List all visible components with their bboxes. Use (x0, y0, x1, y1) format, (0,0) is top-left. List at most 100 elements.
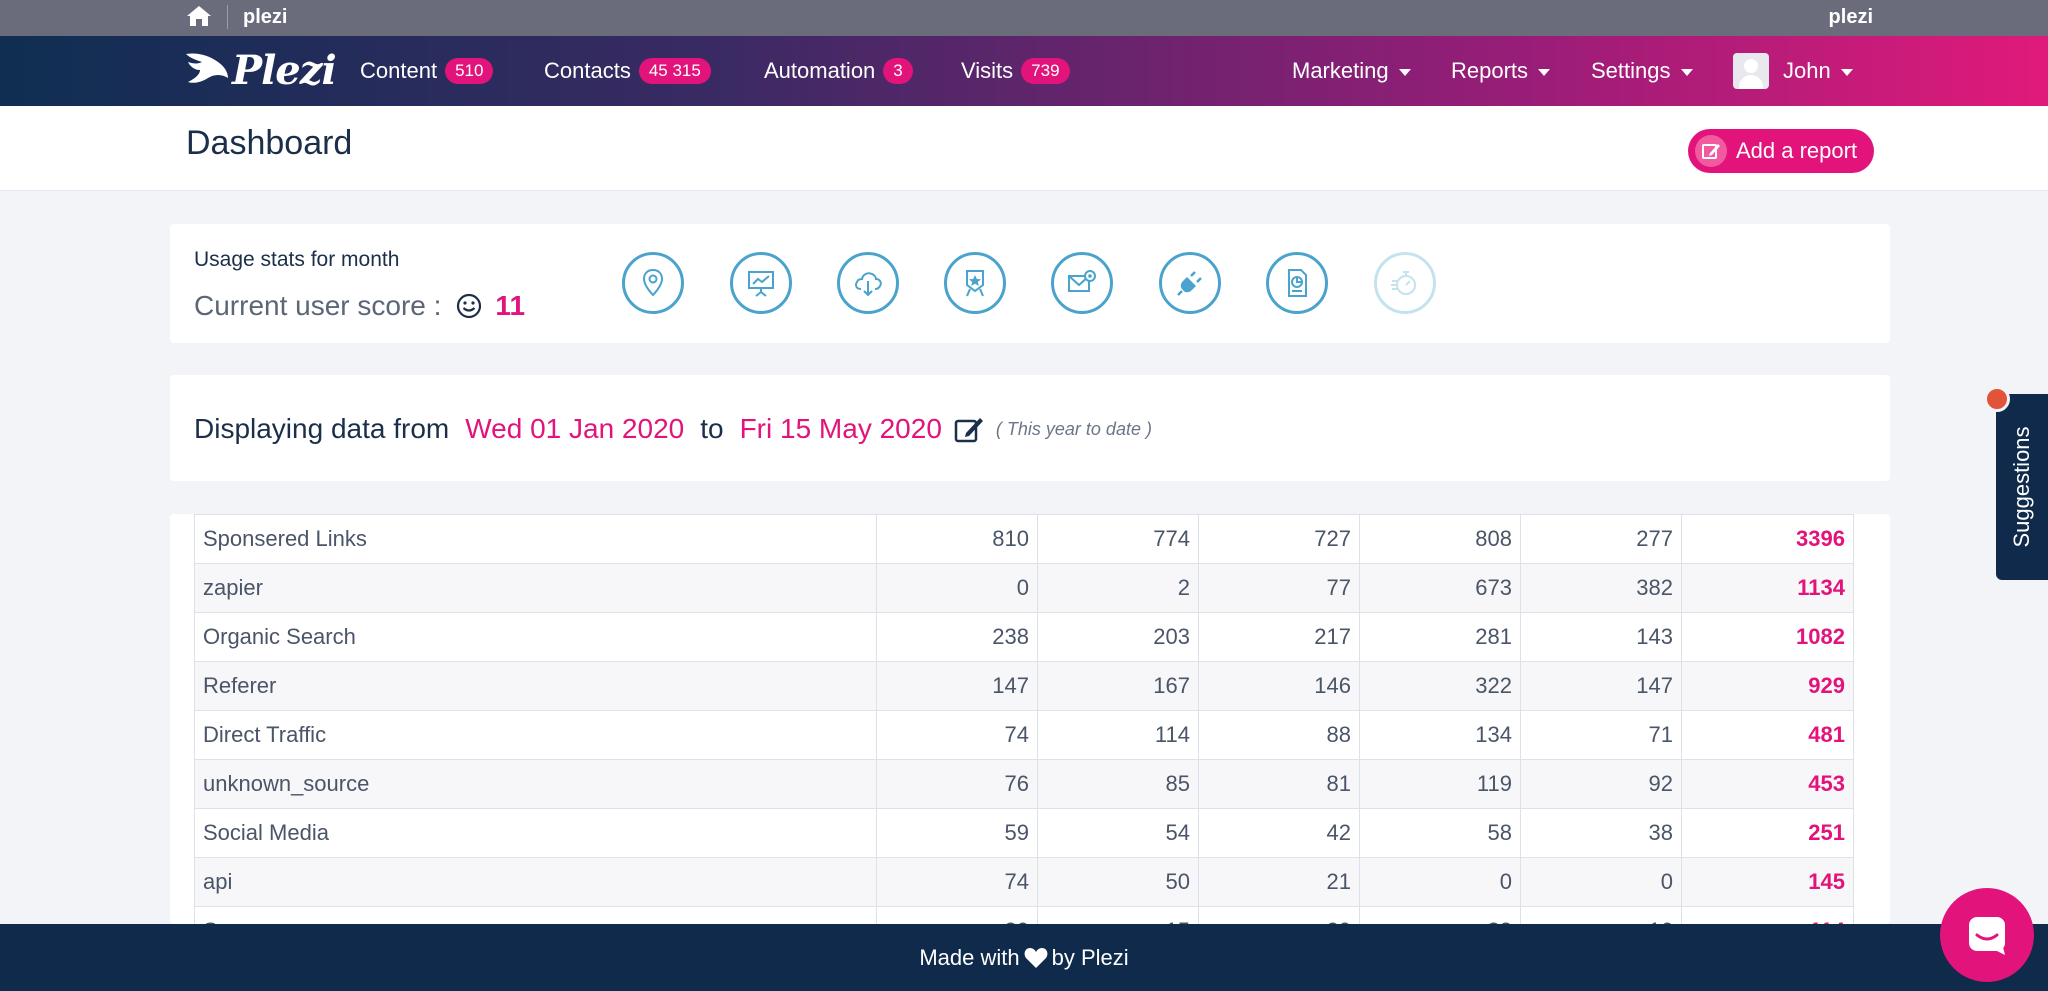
period-value: 238 (876, 612, 1038, 662)
suggestions-tab[interactable]: Suggestions (1996, 394, 2048, 580)
period-value: 281 (1359, 612, 1521, 662)
stopwatch-icon[interactable] (1374, 252, 1436, 314)
table-row: Sumome3015203316114 (194, 906, 1854, 924)
period-value: 20 (1198, 906, 1360, 924)
contacts-count-badge: 45 315 (638, 58, 711, 84)
footer-made-with: Made with (919, 944, 1020, 970)
period-value: 0 (876, 563, 1038, 613)
period-value: 146 (1198, 661, 1360, 711)
suggestions-label: Suggestions (2009, 426, 2034, 548)
menu-reports[interactable]: Reports (1451, 36, 1551, 106)
plug-icon[interactable] (1159, 252, 1221, 314)
user-menu[interactable]: John (1733, 36, 1853, 106)
add-report-button[interactable]: Add a report (1688, 129, 1874, 173)
row-total: 929 (1681, 661, 1854, 711)
main-nav: Plezi Content 510 Contacts 45 315 Automa… (0, 36, 2048, 106)
chevron-down-icon (1840, 69, 1853, 76)
nav-content[interactable]: Content 510 (360, 36, 494, 106)
period-value: 0 (1520, 857, 1682, 907)
range-note: ( This year to date ) (995, 418, 1152, 439)
period-value: 808 (1359, 514, 1521, 564)
edit-range-icon[interactable] (954, 415, 984, 443)
footer-by-plezi: by Plezi (1051, 944, 1129, 970)
award-badge-icon[interactable] (944, 252, 1006, 314)
email-at-icon[interactable] (1051, 252, 1113, 314)
nav-content-label: Content (360, 58, 438, 83)
cloud-download-icon[interactable] (837, 252, 899, 314)
top-bar: plezi plezi (0, 0, 2048, 36)
period-value: 167 (1037, 661, 1199, 711)
chevron-down-icon (1680, 69, 1693, 76)
source-name: Organic Search (194, 612, 877, 662)
user-score: Current user score : 11 (194, 290, 525, 322)
home-icon[interactable] (186, 4, 212, 28)
period-value: 77 (1198, 563, 1360, 613)
row-total: 114 (1681, 906, 1854, 924)
source-name: Direct Traffic (194, 710, 877, 760)
nav-contacts-label: Contacts (544, 58, 631, 83)
source-name: unknown_source (194, 759, 877, 809)
usage-stats-label: Usage stats for month (194, 248, 400, 271)
period-value: 76 (876, 759, 1038, 809)
presentation-icon[interactable] (730, 252, 792, 314)
source-name: zapier (194, 563, 877, 613)
nav-contacts[interactable]: Contacts 45 315 (544, 36, 711, 106)
period-value: 21 (1198, 857, 1360, 907)
source-name: Social Media (194, 808, 877, 858)
nav-visits-label: Visits (961, 58, 1014, 83)
row-total: 3396 (1681, 514, 1854, 564)
nav-automation[interactable]: Automation 3 (764, 36, 913, 106)
period-value: 119 (1359, 759, 1521, 809)
period-value: 147 (1520, 661, 1682, 711)
page-header: Dashboard Add a report (0, 106, 2048, 191)
period-value: 42 (1198, 808, 1360, 858)
table-row: api 74 50 21 0 0 145 (194, 857, 1854, 907)
score-label: Current user score : (194, 290, 442, 321)
content-count-badge: 510 (445, 58, 494, 84)
plezi-logo[interactable]: Plezi (184, 45, 337, 95)
period-value: 81 (1198, 759, 1360, 809)
period-value: 203 (1037, 612, 1199, 662)
row-total: 1134 (1681, 563, 1854, 613)
menu-reports-label: Reports (1451, 58, 1529, 83)
menu-marketing-label: Marketing (1292, 58, 1389, 83)
row-total: 1082 (1681, 612, 1854, 662)
range-from-date: Wed 01 Jan 2020 (465, 413, 685, 444)
chat-icon (1969, 917, 2005, 955)
automation-count-badge: 3 (883, 58, 913, 84)
menu-settings[interactable]: Settings (1591, 36, 1693, 106)
avatar (1733, 53, 1769, 89)
period-value: 88 (1198, 710, 1360, 760)
row-total: 145 (1681, 857, 1854, 907)
row-total: 453 (1681, 759, 1854, 809)
period-value: 774 (1037, 514, 1199, 564)
period-value: 2 (1037, 563, 1199, 613)
source-name: api (194, 857, 877, 907)
nav-visits[interactable]: Visits 739 (961, 36, 1070, 106)
table-row: Referer 147 167 146 322 147 929 (194, 661, 1854, 711)
score-value: 11 (495, 290, 526, 321)
period-value: 38 (1520, 808, 1682, 858)
range-to-word: to (700, 413, 724, 444)
period-value: 50 (1037, 857, 1199, 907)
period-value: 92 (1520, 759, 1682, 809)
period-value: 673 (1359, 563, 1521, 613)
menu-marketing[interactable]: Marketing (1292, 36, 1411, 106)
date-range: Displaying data from Wed 01 Jan 2020 to … (194, 413, 1152, 445)
period-value: 15 (1037, 906, 1199, 924)
source-name: Sponsered Links (194, 514, 877, 564)
document-chart-icon[interactable] (1266, 252, 1328, 314)
location-pin-icon[interactable] (622, 252, 684, 314)
period-value: 134 (1359, 710, 1521, 760)
chat-launcher-button[interactable] (1940, 888, 2034, 982)
edit-icon (1695, 135, 1727, 167)
add-report-label: Add a report (1736, 138, 1858, 163)
period-value: 147 (876, 661, 1038, 711)
chevron-down-icon (1538, 69, 1551, 76)
period-value: 382 (1520, 563, 1682, 613)
period-value: 16 (1520, 906, 1682, 924)
period-value: 30 (876, 906, 1038, 924)
table-row: unknown_source 76 85 81 119 92 453 (194, 759, 1854, 809)
period-value: 114 (1037, 710, 1199, 760)
period-value: 71 (1520, 710, 1682, 760)
